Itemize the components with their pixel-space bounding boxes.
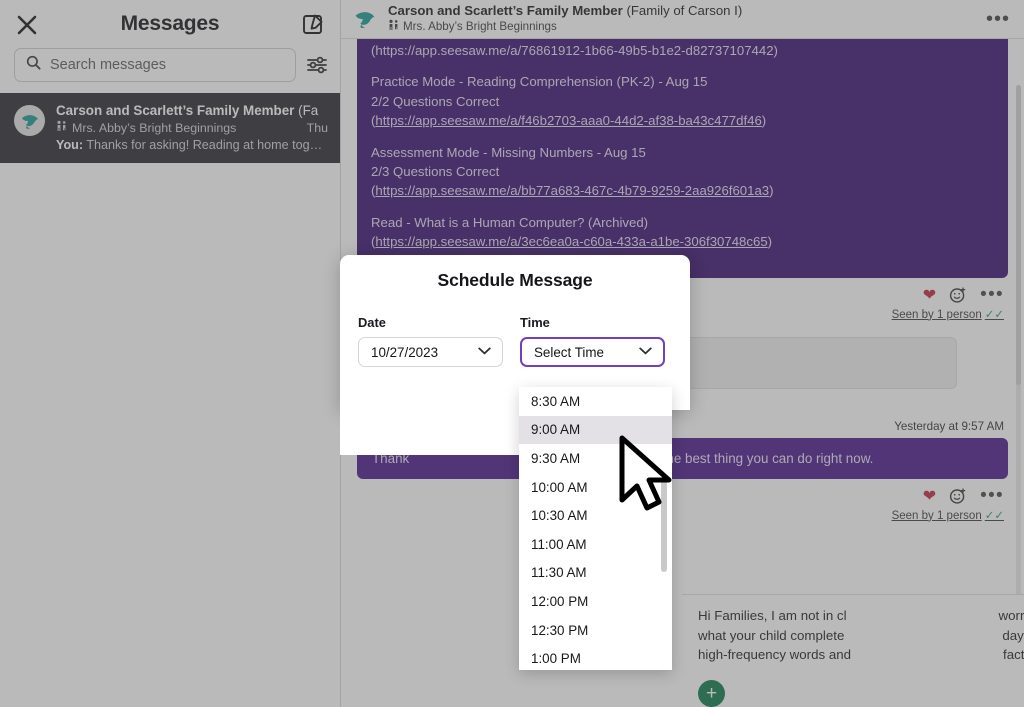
filter-sliders-icon[interactable]	[306, 55, 328, 75]
classroom-icon	[388, 19, 399, 35]
draft-line1-left: Hi Families, I am not in cl	[698, 608, 847, 623]
add-reaction-icon[interactable]	[949, 487, 967, 505]
entry-score: 2/2 Questions Correct	[371, 93, 500, 109]
time-option[interactable]: 8:30 AM	[519, 387, 672, 416]
thread-preview: You: Thanks for asking! Reading at home …	[56, 138, 328, 152]
report-entry: Assessment Mode - Missing Numbers - Aug …	[371, 143, 994, 201]
time-label: Time	[520, 315, 550, 330]
page-title: Messages	[120, 12, 220, 35]
draft-line2-right: day goes on. This weekend we are still f…	[1002, 627, 1024, 643]
conversation-name: Carson and Scarlett’s Family Member	[388, 3, 623, 18]
report-entry: Read - What is a Human Computer? (Archiv…	[371, 213, 994, 252]
date-select[interactable]: 10/27/2023	[358, 337, 503, 367]
time-option[interactable]: 10:00 AM	[519, 473, 672, 502]
modal-lower-body	[340, 410, 520, 455]
modal-fields: Date 10/27/2023 Time Select Time	[340, 291, 690, 367]
date-field: Date 10/27/2023	[358, 315, 503, 367]
time-option[interactable]: 1:00 PM	[519, 644, 672, 670]
draft-line2-left: what your child complete	[698, 627, 845, 643]
entry-title: Read - What is a Human Computer? (Archiv…	[371, 214, 649, 230]
composer-toolbar: + Schedule Send	[698, 677, 1024, 707]
sidebar-search-row	[0, 48, 340, 82]
message-composer: Hi Families, I am not in cl worry, we hav…	[682, 594, 1024, 707]
entry-link-row: (https://app.seesaw.me/a/3ec6ea0a-c60a-4…	[371, 234, 773, 250]
entry-link-row: (https://app.seesaw.me/a/f46b2703-aaa0-4…	[371, 113, 767, 129]
more-options-icon[interactable]: •••	[986, 9, 1010, 29]
dropdown-scrollbar[interactable]	[661, 479, 667, 572]
conversation-classroom-row: Mrs. Abby’s Bright Beginnings	[388, 19, 977, 35]
seen-label: Seen by 1 person	[891, 509, 982, 522]
thread-classroom: Mrs. Abby’s Bright Beginnings	[72, 120, 237, 135]
add-reaction-icon[interactable]	[949, 286, 967, 304]
chevron-down-icon	[639, 346, 652, 358]
classroom-icon	[56, 120, 67, 135]
time-value: Select Time	[534, 344, 604, 360]
date-value: 10/27/2023	[371, 344, 439, 360]
double-check-icon: ✓✓	[984, 509, 1004, 522]
conversation-title: Carson and Scarlett’s Family Member (Fam…	[388, 3, 977, 18]
entry-link[interactable]: https://app.seesaw.me/a/bb77a683-467c-4b…	[375, 183, 769, 198]
thread-text: Carson and Scarlett’s Family Member (Fa …	[56, 103, 328, 152]
thread-list-item[interactable]: Carson and Scarlett’s Family Member (Fa …	[0, 93, 340, 163]
date-label: Date	[358, 315, 386, 330]
clipped-link-line: (https://app.seesaw.me/a/76861912-1b66-4…	[371, 43, 778, 58]
time-option[interactable]: 9:30 AM	[519, 444, 672, 473]
conversation-scrollbar[interactable]	[1016, 85, 1021, 645]
conversation-name-suffix: (Family of Carson I)	[622, 3, 743, 18]
thread-preview-prefix: You:	[56, 138, 84, 152]
heart-reaction-icon[interactable]: ❤	[923, 486, 936, 506]
conversation-header: Carson and Scarlett’s Family Member (Fam…	[341, 0, 1024, 39]
time-option[interactable]: 10:30 AM	[519, 501, 672, 530]
entry-link[interactable]: https://app.seesaw.me/a/f46b2703-aaa0-44…	[375, 113, 761, 128]
chevron-down-icon	[478, 346, 491, 358]
messages-sidebar: Messages Search messages Carson and Scar…	[0, 0, 341, 707]
report-entry: Practice Mode - Reading Comprehension (P…	[371, 72, 994, 130]
entry-link-row: (https://app.seesaw.me/a/bb77a683-467c-4…	[371, 183, 774, 199]
entry-link[interactable]: https://app.seesaw.me/a/3ec6ea0a-c60a-43…	[375, 234, 767, 249]
time-option[interactable]: 11:30 AM	[519, 559, 672, 588]
time-option[interactable]: 12:30 PM	[519, 616, 672, 645]
thread-name-suffix: (Fa	[294, 103, 319, 118]
search-icon	[26, 55, 41, 75]
modal-title: Schedule Message	[437, 270, 593, 290]
entry-title: Assessment Mode - Missing Numbers - Aug …	[371, 144, 646, 160]
draft-line3-right: facts. Hope you all have a great weekend…	[1003, 647, 1024, 662]
double-check-icon: ✓✓	[984, 308, 1004, 321]
dolphin-avatar-icon	[351, 5, 379, 33]
search-input[interactable]	[50, 57, 284, 73]
time-dropdown-list[interactable]: 8:30 AM 9:00 AM 9:30 AM 10:00 AM 10:30 A…	[519, 387, 672, 670]
dolphin-avatar-icon	[14, 105, 45, 136]
draft-line1-right: worry, we have a great substitute! I am …	[998, 608, 1024, 623]
time-option[interactable]: 12:00 PM	[519, 587, 672, 616]
message-bubble: (https://app.seesaw.me/a/76861912-1b66-4…	[357, 39, 1008, 278]
thread-subline: Mrs. Abby’s Bright Beginnings Thu	[56, 120, 328, 135]
time-select[interactable]: Select Time	[520, 337, 665, 367]
plus-attachment-icon[interactable]: +	[698, 680, 725, 707]
sidebar-header: Messages	[0, 0, 340, 48]
close-icon[interactable]	[14, 12, 40, 38]
conversation-classroom: Mrs. Abby’s Bright Beginnings	[403, 20, 557, 33]
message-actions: ❤ •••	[357, 486, 1008, 506]
thread-name: Carson and Scarlett’s Family Member (Fa	[56, 103, 328, 118]
seen-status[interactable]: Seen by 1 person ✓✓	[357, 508, 1008, 522]
entry-title: Practice Mode - Reading Comprehension (P…	[371, 74, 708, 90]
seen-label: Seen by 1 person	[891, 308, 982, 321]
compose-icon[interactable]	[302, 13, 324, 35]
more-options-icon[interactable]: •••	[980, 285, 1004, 304]
entry-score: 2/3 Questions Correct	[371, 164, 500, 180]
thread-day: Thu	[306, 121, 328, 135]
time-option[interactable]: 11:00 AM	[519, 530, 672, 559]
thread-name-main: Carson and Scarlett’s Family Member	[56, 103, 295, 118]
composer-draft-text[interactable]: Hi Families, I am not in cl worry, we hav…	[698, 606, 1024, 665]
draft-line3-left: high-frequency words and	[698, 647, 852, 662]
time-option-highlighted[interactable]: 9:00 AM	[519, 415, 672, 445]
app-root: Messages Search messages Carson and Scar…	[0, 0, 1024, 707]
heart-reaction-icon[interactable]: ❤	[923, 285, 936, 305]
search-box[interactable]	[14, 48, 296, 82]
thread-preview-text: Thanks for asking! Reading at home toget…	[83, 138, 328, 152]
more-options-icon[interactable]: •••	[980, 486, 1004, 505]
time-field: Time Select Time	[520, 315, 665, 367]
